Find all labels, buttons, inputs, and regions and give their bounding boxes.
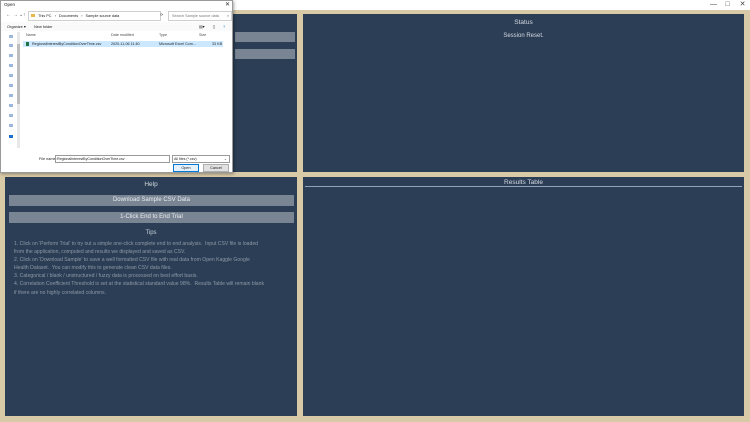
nav-item-icon[interactable] [9, 54, 13, 57]
maximize-button[interactable]: □ [720, 0, 735, 10]
breadcrumb-documents[interactable]: Documents [59, 14, 78, 18]
refresh-icon[interactable]: ⟳ [160, 12, 163, 17]
end-to-end-trial-button[interactable]: 1-Click End to End Trial [9, 212, 294, 223]
navigation-scrollbar[interactable] [17, 32, 20, 148]
help-panel: Help Download Sample CSV Data 1-Click En… [5, 177, 297, 416]
dialog-navbar: ← → ⌄ ↑ This PC › Documents › Sample sou… [1, 10, 232, 22]
file-list-header: Name Date modified Type Size [23, 33, 232, 39]
organize-menu[interactable]: Organize ▾ [7, 24, 26, 29]
search-placeholder: Search Sample source data [172, 14, 219, 18]
breadcrumb-separator: › [81, 14, 83, 18]
nav-item-icon[interactable] [9, 35, 13, 38]
file-size: 33 KB [212, 42, 223, 46]
search-icon: ⌕ [226, 14, 229, 18]
breadcrumb-sample-source-data[interactable]: Sample source data [86, 14, 120, 18]
nav-item-icon[interactable] [9, 124, 13, 127]
status-message: Session Reset. [503, 33, 544, 39]
file-name: RegionalInterestByConditionOverTime.csv [32, 42, 102, 46]
minimize-button[interactable]: — [706, 0, 721, 10]
filetype-value: All files (*.csv) [174, 157, 197, 161]
chevron-down-icon: ⌄ [223, 157, 227, 161]
breadcrumb-separator: › [54, 14, 56, 18]
filetype-select[interactable]: All files (*.csv) ⌄ [172, 155, 230, 163]
address-bar[interactable]: This PC › Documents › Sample source data [28, 11, 161, 21]
breadcrumb-this-pc[interactable]: This PC [38, 14, 52, 18]
file-type: Microsoft Excel Com... [159, 42, 196, 46]
preview-pane-icon[interactable]: ▯ [213, 24, 215, 29]
back-arrow-icon[interactable]: ← [6, 12, 11, 18]
tips-title: Tips [145, 230, 157, 236]
view-options-icon[interactable]: ▤▾ [199, 24, 205, 29]
nav-item-icon[interactable] [9, 104, 13, 107]
folder-icon [31, 14, 35, 17]
open-button[interactable]: Open [173, 164, 199, 172]
nav-item-icon[interactable] [9, 74, 13, 77]
search-input[interactable]: Search Sample source data ⌕ [168, 11, 232, 21]
scrollbar-thumb[interactable] [17, 44, 20, 104]
results-title: Results Table [504, 179, 543, 186]
download-sample-button[interactable]: Download Sample CSV Data [9, 195, 294, 206]
control-button-bottom[interactable] [235, 49, 295, 59]
filename-input[interactable]: RegionalInterestByConditionOverTime.csv [55, 155, 170, 163]
tips-text: 1. Click on 'Perform Trial' to try out a… [14, 241, 265, 296]
network-icon[interactable] [9, 135, 13, 138]
up-arrow-icon[interactable]: ↑ [23, 12, 26, 18]
forward-arrow-icon[interactable]: → [13, 12, 18, 18]
nav-item-icon[interactable] [9, 64, 13, 67]
control-button-top[interactable] [235, 32, 295, 42]
file-date: 2020-11-06 11:40 [111, 42, 140, 46]
open-file-dialog: Open ✕ ← → ⌄ ↑ This PC › Documents › Sam… [0, 0, 233, 173]
results-panel: Results Table [303, 177, 744, 416]
dialog-toolbar: Organize ▾ New folder ▤▾ ▯ ? [1, 22, 232, 31]
close-button[interactable]: ✕ [735, 0, 750, 10]
nav-item-icon[interactable] [9, 44, 13, 47]
nav-item-icon[interactable] [9, 94, 13, 97]
help-icon[interactable]: ? [223, 24, 225, 29]
dialog-title: Open [4, 2, 16, 7]
help-title: Help [144, 181, 158, 188]
column-date-modified[interactable]: Date modified [111, 33, 134, 37]
file-row[interactable]: RegionalInterestByConditionOverTime.csv … [23, 41, 223, 47]
nav-item-icon[interactable] [9, 84, 13, 87]
nav-item-icon[interactable] [9, 114, 13, 117]
status-panel: Status Session Reset. [303, 14, 744, 172]
csv-file-icon [26, 42, 29, 46]
cancel-button[interactable]: Cancel [203, 164, 229, 172]
status-title: Status [514, 19, 533, 26]
column-size[interactable]: Size [199, 33, 206, 37]
results-table[interactable] [305, 187, 742, 414]
dialog-close-icon[interactable]: ✕ [225, 1, 230, 8]
new-folder-button[interactable]: New folder [34, 24, 53, 29]
column-type[interactable]: Type [159, 33, 167, 37]
column-name[interactable]: Name [26, 33, 36, 37]
